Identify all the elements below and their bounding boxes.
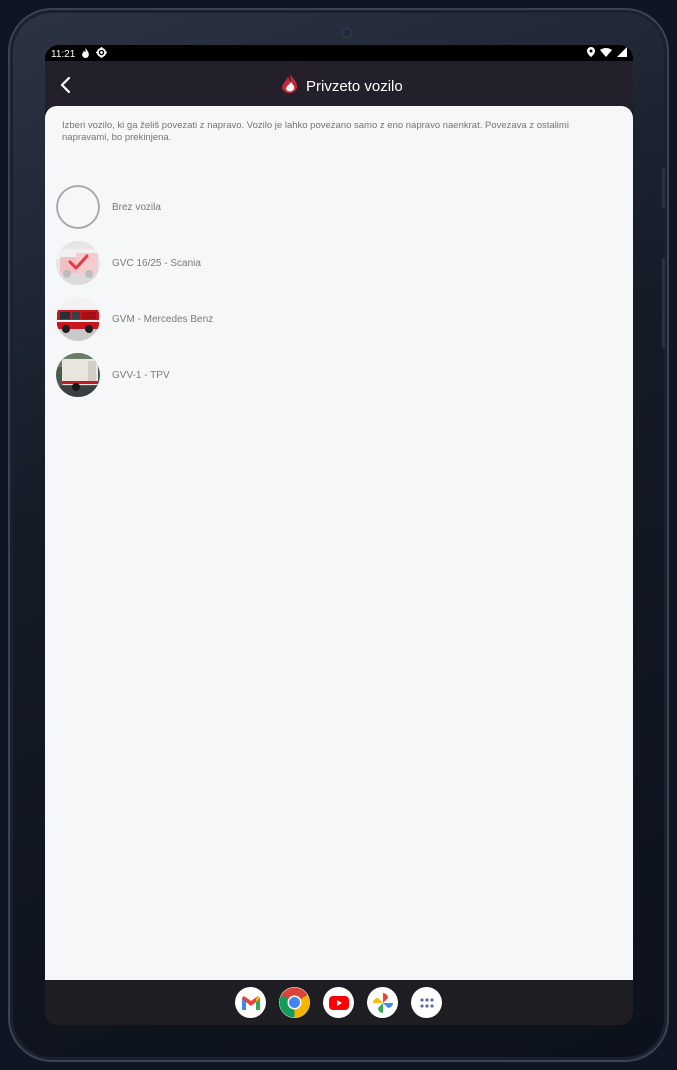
status-time: 11:21 [51, 48, 76, 60]
screen: 11:21 Privzeto vozilo Izberi vozilo, ki … [45, 45, 633, 1025]
vehicle-label: Brez vozila [112, 201, 161, 213]
settings-notification-icon [96, 47, 108, 61]
vehicle-item-gvv[interactable]: GVV-1 - TPV [56, 352, 556, 398]
vehicle-avatar [56, 185, 100, 229]
signal-icon [617, 47, 627, 60]
vehicle-item-none[interactable]: Brez vozila [56, 184, 556, 230]
photos-icon[interactable] [367, 987, 398, 1018]
gmail-icon[interactable] [235, 987, 266, 1018]
youtube-icon[interactable] [323, 987, 354, 1018]
vehicle-label: GVC 16/25 - Scania [112, 257, 201, 269]
page-title: Privzeto vozilo [306, 77, 403, 95]
vehicle-avatar [56, 241, 100, 285]
flame-notification-icon [81, 47, 90, 61]
back-button[interactable] [55, 74, 77, 96]
vehicle-label: GVV-1 - TPV [112, 369, 170, 381]
vehicle-item-gvm[interactable]: GVM - Mercedes Benz [56, 296, 556, 342]
chevron-left-icon [60, 76, 71, 94]
info-text: Izberi vozilo, ki ga želiš povezati z na… [62, 120, 569, 143]
content-panel: Izberi vozilo, ki ga želiš povezati z na… [45, 106, 633, 980]
vehicle-label: GVM - Mercedes Benz [112, 313, 214, 325]
volume-button [662, 258, 665, 348]
fire-truck-photo [56, 241, 100, 285]
fire-truck-photo [56, 297, 100, 341]
location-icon [587, 47, 595, 60]
app-dock [45, 980, 633, 1025]
app-drawer-icon[interactable] [411, 987, 442, 1018]
app-bar: Privzeto vozilo [45, 61, 633, 111]
vehicle-avatar [56, 353, 100, 397]
app-logo-icon [278, 73, 300, 99]
empty-radio-circle [56, 185, 100, 229]
status-bar: 11:21 [45, 45, 633, 61]
power-button [662, 168, 665, 208]
trailer-photo [56, 353, 100, 397]
vehicle-item-gvc[interactable]: GVC 16/25 - Scania [56, 240, 556, 286]
front-camera [342, 28, 352, 38]
chrome-icon[interactable] [279, 987, 310, 1018]
wifi-icon [600, 47, 612, 60]
vehicle-avatar [56, 297, 100, 341]
